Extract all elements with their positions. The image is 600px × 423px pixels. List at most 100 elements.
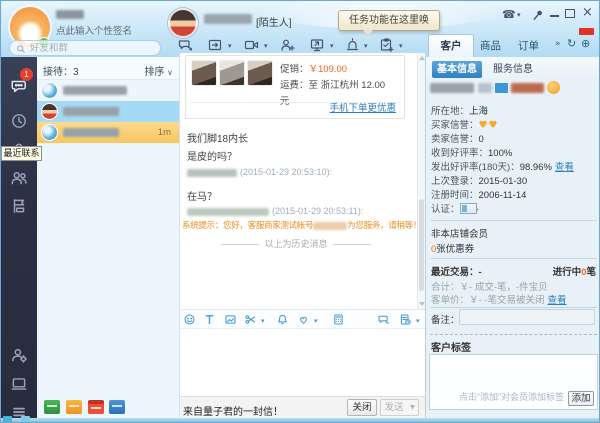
subtab-service-info[interactable]: 服务信息 (488, 61, 538, 78)
message-meta: (2015-01-29 20:53:11): (187, 206, 363, 216)
add-contact-icon[interactable] (278, 37, 297, 53)
divider (430, 258, 597, 259)
search-icon (16, 44, 26, 54)
favorite-icon[interactable] (297, 313, 310, 326)
contact-avatar (41, 103, 58, 120)
video-call-icon[interactable] (242, 37, 261, 53)
remote-desktop-dropdown[interactable]: ▾ (330, 42, 334, 50)
workbench-icon[interactable] (10, 197, 28, 215)
groups-icon[interactable] (10, 169, 28, 187)
contact-name-redacted (63, 86, 127, 95)
task-icon[interactable] (377, 37, 396, 53)
chat-scrollbar[interactable] (417, 53, 425, 309)
chat-log-dropdown[interactable]: ▾ (416, 317, 420, 325)
app-shortcut-briefcase-icon[interactable] (44, 400, 60, 414)
favorite-dropdown[interactable]: ▾ (314, 317, 318, 325)
tab-customer[interactable]: 客户 (428, 34, 474, 57)
contact-list: 接待：3 排序 ∨ 1m (37, 57, 179, 418)
info-row-location: 所在地：上海 (431, 103, 488, 117)
remote-desktop-icon[interactable] (308, 37, 327, 53)
send-file-dropdown[interactable]: ▾ (228, 42, 232, 50)
info-row-registered: 注册时间：2006-11-14 (431, 187, 526, 201)
recent-trade-label: 最近交易：- (431, 264, 482, 278)
close-notice-button[interactable]: 关闭 (347, 399, 377, 416)
contact-avatar (41, 82, 58, 99)
info-row-last-login: 上次登录：2015-01-30 (431, 173, 527, 187)
alert-dropdown[interactable]: ▾ (364, 42, 368, 50)
view-rate-link[interactable]: 查看 (555, 162, 574, 173)
refresh-icon[interactable]: ↻ (567, 37, 576, 50)
phone-dropdown[interactable]: ▾ (517, 11, 521, 19)
send-file-icon[interactable] (206, 37, 225, 53)
tab-product[interactable]: 商品 (480, 38, 501, 53)
font-icon[interactable] (203, 313, 216, 326)
reception-count: 接待：3 (43, 63, 79, 78)
contact-row-selected[interactable] (37, 101, 179, 122)
contact-row[interactable] (37, 80, 179, 101)
customer-emoji-icon (547, 81, 560, 94)
info-row-certification: 认证：✔ (431, 201, 480, 218)
shipping-line: 运费：至 浙江杭州 12.00 (280, 77, 385, 91)
remark-input[interactable] (459, 309, 595, 325)
view-closed-trades-link[interactable]: 查看 (547, 295, 566, 306)
screenshot-icon[interactable] (244, 313, 257, 326)
tags-placeholder: 点击“添加”对会员添加标签 (459, 390, 564, 403)
minimize-button[interactable] (550, 15, 559, 17)
alert-icon[interactable] (343, 37, 362, 53)
app-shortcut-verify-icon[interactable] (109, 400, 125, 414)
chat-log-icon[interactable] (399, 313, 412, 326)
shipping-unit: 元 (280, 93, 290, 107)
chat-forward-icon[interactable] (176, 37, 195, 53)
contact-row-highlighted[interactable]: 1m (37, 122, 179, 143)
send-button[interactable]: 发送 (380, 399, 408, 416)
emoji-icon[interactable] (183, 313, 196, 326)
app-shortcut-folder-icon[interactable] (66, 400, 82, 414)
account-name-redacted (313, 222, 347, 230)
sort-control[interactable]: 排序 ∨ (144, 63, 173, 78)
add-tag-button[interactable]: 添加 (568, 391, 594, 406)
tab-order[interactable]: 订单 (518, 38, 539, 53)
subtab-basic-info[interactable]: 基本信息 (432, 61, 482, 78)
app-shortcut-shop-icon[interactable] (88, 400, 104, 414)
coupon-count-line: 0张优惠券 (431, 241, 474, 255)
app-window: ✓ 点此输入个性签名 [陌生人] ▾ ▾ (0, 0, 600, 423)
divider (430, 307, 597, 308)
maximize-button[interactable] (565, 9, 575, 18)
product-card[interactable]: 促销：￥109.00 运费：至 浙江杭州 12.00 元 手机下单更优惠 (185, 55, 405, 119)
divider (430, 220, 597, 221)
signature-text[interactable]: 点此输入个性签名 (56, 23, 132, 37)
close-button[interactable]: × (582, 5, 593, 20)
image-icon[interactable] (224, 313, 237, 326)
contact-name-redacted (63, 128, 119, 137)
expand-more-icon[interactable]: » (555, 39, 561, 49)
recent-icon[interactable] (10, 112, 28, 130)
buzz-icon[interactable] (276, 313, 289, 326)
search-input[interactable] (30, 41, 158, 55)
system-message: 系统提示：您好，客服商家测试帐号为您服务，请稍等！ (182, 219, 421, 231)
recent-contacts-tooltip: 最近联系 (1, 146, 42, 161)
product-image (191, 60, 217, 86)
waiting-time: 1m (158, 127, 171, 138)
promo-price: ￥109.00 (309, 64, 348, 75)
send-options-dropdown[interactable]: ▼ (407, 399, 419, 416)
mobile-order-link[interactable]: 手机下单更优惠 (329, 100, 396, 114)
peer-avatar[interactable] (168, 8, 198, 38)
nav-sidebar: 1 (1, 57, 37, 418)
search-box[interactable] (9, 40, 161, 56)
contact-name-redacted (63, 107, 119, 116)
screenshot-dropdown[interactable]: ▾ (261, 317, 265, 325)
pin-icon[interactable] (532, 9, 544, 21)
add-panel-icon[interactable]: ⊕ (581, 37, 590, 50)
phone-icon[interactable]: ☎ (502, 8, 516, 21)
info-row-buyer-rep: 买家信誉：♥♥ (431, 117, 498, 131)
contact-list-header: 接待：3 排序 ∨ (37, 57, 179, 80)
stranger-tag: [陌生人] (256, 14, 292, 29)
product-image (247, 60, 273, 86)
task-dropdown[interactable]: ▾ (399, 42, 403, 50)
video-dropdown[interactable]: ▾ (264, 42, 268, 50)
calculator-icon[interactable] (332, 313, 345, 326)
scrollbar-thumb[interactable] (419, 199, 424, 291)
message-record-icon[interactable] (377, 313, 390, 326)
account-settings-icon[interactable] (10, 346, 28, 364)
device-icon[interactable] (10, 375, 28, 393)
